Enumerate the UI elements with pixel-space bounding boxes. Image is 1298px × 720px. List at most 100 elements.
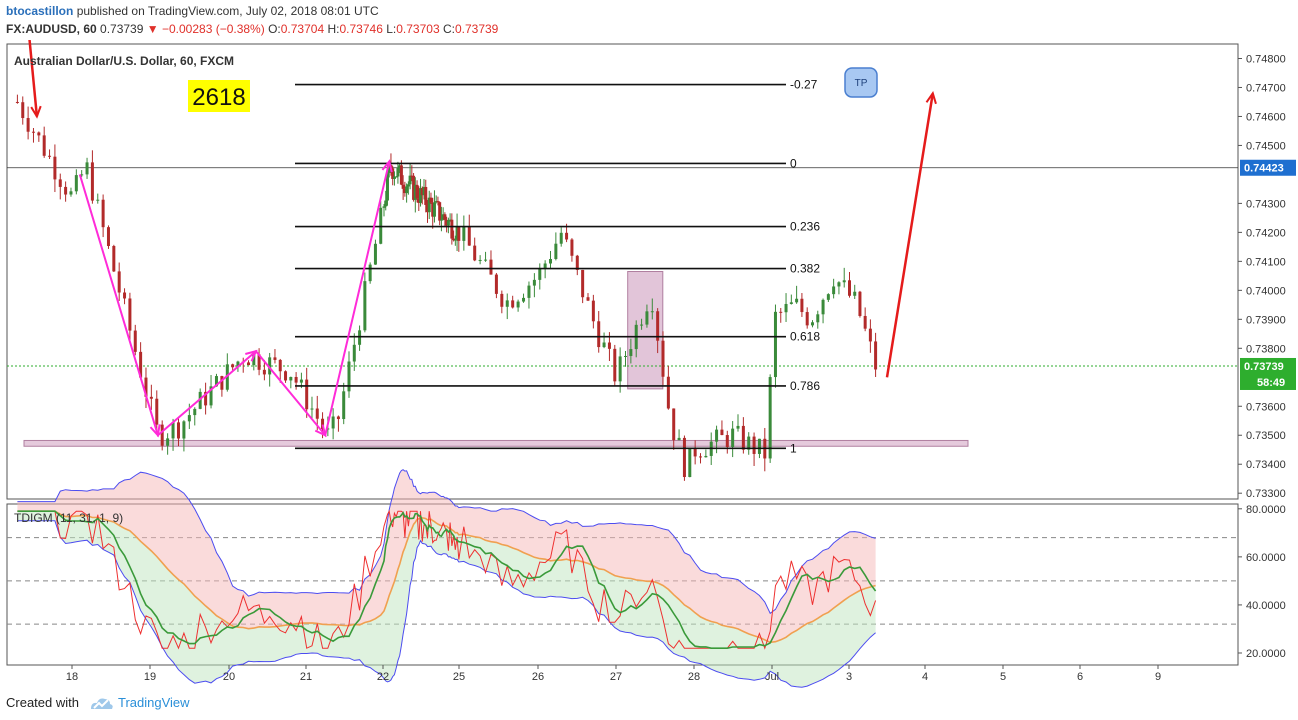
candle-body: [15, 101, 19, 103]
candle-body: [494, 274, 498, 294]
candle-body: [720, 429, 724, 436]
candle-body: [789, 302, 793, 304]
candle-body: [863, 315, 867, 329]
candle-body: [408, 175, 412, 185]
candle-body: [101, 199, 105, 228]
x-tick-label: 9: [1155, 671, 1161, 683]
y-tick-label: 0.73600: [1246, 401, 1286, 413]
x-tick-label: 27: [610, 671, 622, 683]
candle-body: [489, 259, 493, 275]
candle-body: [586, 297, 590, 301]
candle-body: [58, 179, 62, 187]
candle-body: [795, 298, 799, 303]
x-tick-label: 5: [1000, 671, 1006, 683]
candle-body: [278, 359, 282, 372]
candle-body: [171, 422, 175, 439]
publish-info: published on TradingView.com, July 02, 2…: [76, 4, 379, 18]
candle-body: [532, 279, 536, 286]
candle-body: [439, 219, 443, 221]
candle-body: [699, 456, 703, 458]
ind-y-tick-label: 40.0000: [1246, 600, 1286, 612]
candle-body: [424, 186, 428, 205]
zones-layer: [7, 167, 1238, 447]
y-tick-label: 0.73800: [1246, 343, 1286, 355]
candle-body: [85, 162, 89, 175]
candle-body: [522, 297, 526, 302]
candle-body: [123, 292, 127, 299]
candle-body: [453, 239, 457, 241]
candle-body: [607, 342, 611, 349]
ind-y-tick-label: 80.0000: [1246, 504, 1286, 516]
candle-body: [688, 447, 692, 478]
candle-body: [511, 300, 515, 308]
current-price-label: 0.73739: [1244, 361, 1284, 373]
candle-body: [436, 201, 440, 203]
chart-canvas[interactable]: -0.2700.2360.3820.6180.7861 2618TP 0.748…: [0, 40, 1298, 690]
candle-body: [21, 102, 25, 119]
chart-header: btocastillon published on TradingView.co…: [0, 0, 1298, 40]
candle-body: [624, 355, 628, 357]
candle-body: [853, 291, 857, 296]
candles-layer: [15, 94, 878, 481]
candle-body: [96, 199, 100, 201]
y-tick-label: 0.74000: [1246, 285, 1286, 297]
candle-body: [768, 377, 772, 459]
candle-body: [816, 314, 820, 323]
x-tick-label: Jul: [765, 671, 779, 683]
candle-body: [443, 214, 447, 220]
author-name[interactable]: btocastillon: [6, 4, 73, 18]
main-chart-title: Australian Dollar/U.S. Dollar, 60, FXCM: [14, 54, 234, 68]
candle-body: [117, 271, 121, 293]
close-label: C:: [442, 22, 455, 36]
x-tick-label: 6: [1077, 671, 1083, 683]
candle-body: [773, 311, 777, 378]
candle-body: [516, 301, 520, 308]
candle-body: [347, 361, 351, 392]
candle-body: [399, 165, 403, 185]
fib-level-label: 0.618: [790, 330, 820, 344]
candle-body: [331, 416, 335, 429]
x-tick-label: 28: [688, 671, 700, 683]
candle-body: [757, 438, 761, 454]
drawings-layer[interactable]: 2618 TP: [28, 40, 937, 438]
candle-body: [262, 369, 266, 375]
candle-body: [182, 421, 186, 439]
candle-body: [682, 437, 686, 478]
candle-body: [128, 298, 132, 331]
candle-body: [779, 311, 783, 313]
tradingview-logo-icon[interactable]: [88, 694, 114, 714]
candle-body: [858, 291, 862, 316]
x-tick-label: 4: [922, 671, 928, 683]
candle-body: [640, 324, 644, 326]
candle-body: [629, 349, 633, 356]
low-value: 0.73703: [396, 22, 440, 36]
candle-body: [505, 300, 509, 307]
candle-body: [602, 342, 606, 348]
candle-body: [731, 428, 735, 448]
candle-body: [401, 184, 405, 189]
candle-body: [672, 408, 676, 441]
candle-body: [384, 200, 388, 207]
candle-body: [220, 376, 224, 390]
candle-body: [805, 312, 809, 326]
candle-body: [874, 341, 878, 370]
candle-body: [565, 232, 569, 240]
y-tick-label: 0.73900: [1246, 314, 1286, 326]
high-value: 0.73746: [339, 22, 383, 36]
fib-layer[interactable]: -0.27 0 0.236 0.382 0.618 0.786 1: [295, 78, 820, 456]
symbol-label[interactable]: FX:AUDUSD, 60: [6, 22, 97, 36]
candle-body: [549, 259, 553, 264]
candle-body: [462, 226, 466, 241]
candle-body: [527, 285, 531, 298]
fib-level-label: 0.382: [790, 262, 820, 276]
main-pane-border: [6, 43, 1239, 500]
candle-body: [106, 227, 110, 246]
price-change: ▼ −0.00283 (−0.38%): [146, 22, 265, 36]
candle-body: [467, 226, 471, 246]
candle-body: [69, 191, 73, 195]
high-label: H:: [327, 22, 340, 36]
candle-body: [591, 300, 595, 322]
candle-body: [149, 396, 153, 399]
indicator-layer: [7, 469, 1238, 688]
tradingview-brand[interactable]: TradingView: [118, 695, 190, 710]
